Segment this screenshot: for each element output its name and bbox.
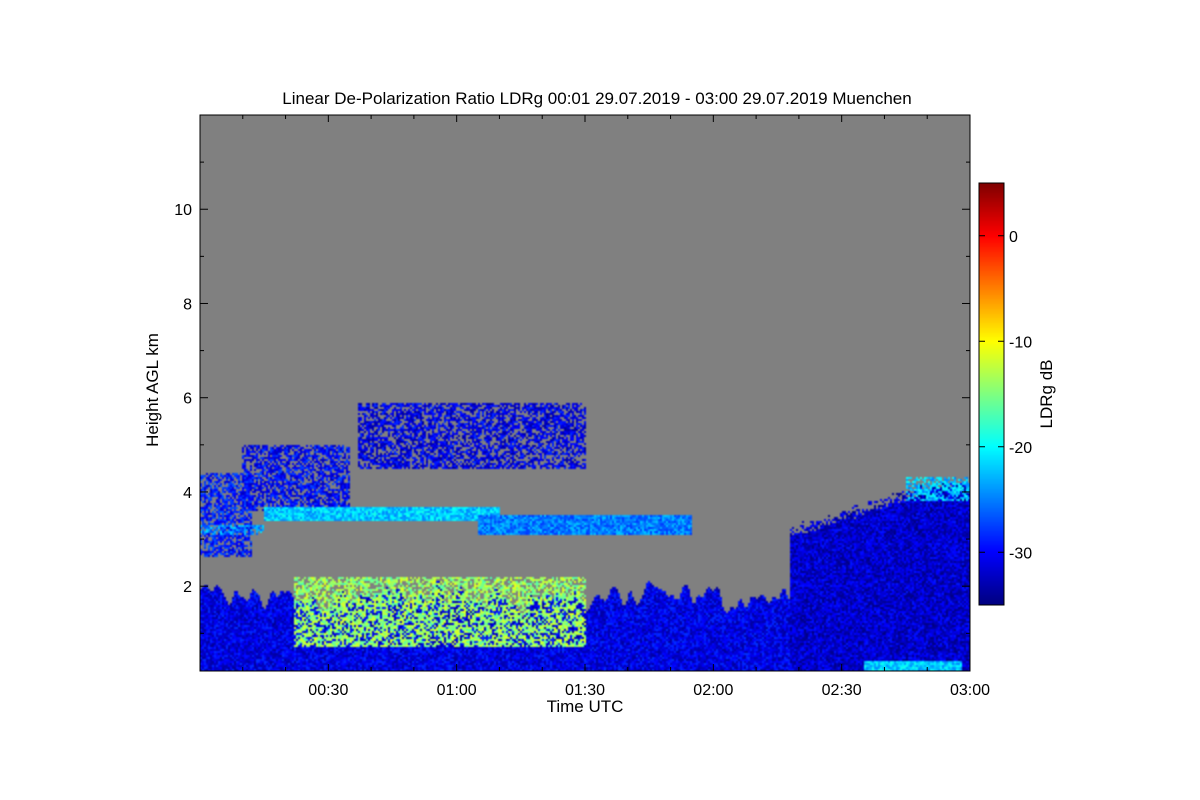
x-tick-label: 00:30 bbox=[308, 682, 348, 699]
x-tick-label: 02:00 bbox=[693, 682, 733, 699]
y-axis-label: Height AGL km bbox=[143, 333, 162, 447]
ldr-chart: Linear De-Polarization Ratio LDRg 00:01 … bbox=[143, 89, 1056, 716]
y-tick-label: 8 bbox=[183, 296, 192, 313]
y-tick-label: 6 bbox=[183, 391, 192, 408]
y-tick-label: 4 bbox=[183, 485, 192, 502]
x-axis-label: Time UTC bbox=[547, 697, 624, 716]
ldr-heatmap bbox=[200, 115, 970, 671]
colorbar-label: LDRg dB bbox=[1037, 360, 1056, 429]
y-tick-label: 10 bbox=[174, 202, 192, 219]
colorbar-tick-label: -20 bbox=[1009, 440, 1032, 457]
colorbar-tick-label: -10 bbox=[1009, 334, 1032, 351]
x-tick-label: 03:00 bbox=[950, 682, 990, 699]
x-tick-label: 02:30 bbox=[822, 682, 862, 699]
colorbar-tick-label: 0 bbox=[1009, 229, 1018, 246]
colorbar-gradient bbox=[979, 183, 1004, 605]
chart-title: Linear De-Polarization Ratio LDRg 00:01 … bbox=[282, 89, 911, 108]
y-tick-label: 2 bbox=[183, 579, 192, 596]
colorbar: 0 -10 -20 -30 LDRg dB bbox=[978, 182, 1056, 606]
plot-area bbox=[199, 114, 971, 672]
colorbar-tick-label: -30 bbox=[1009, 545, 1032, 562]
x-tick-label: 01:00 bbox=[437, 682, 477, 699]
